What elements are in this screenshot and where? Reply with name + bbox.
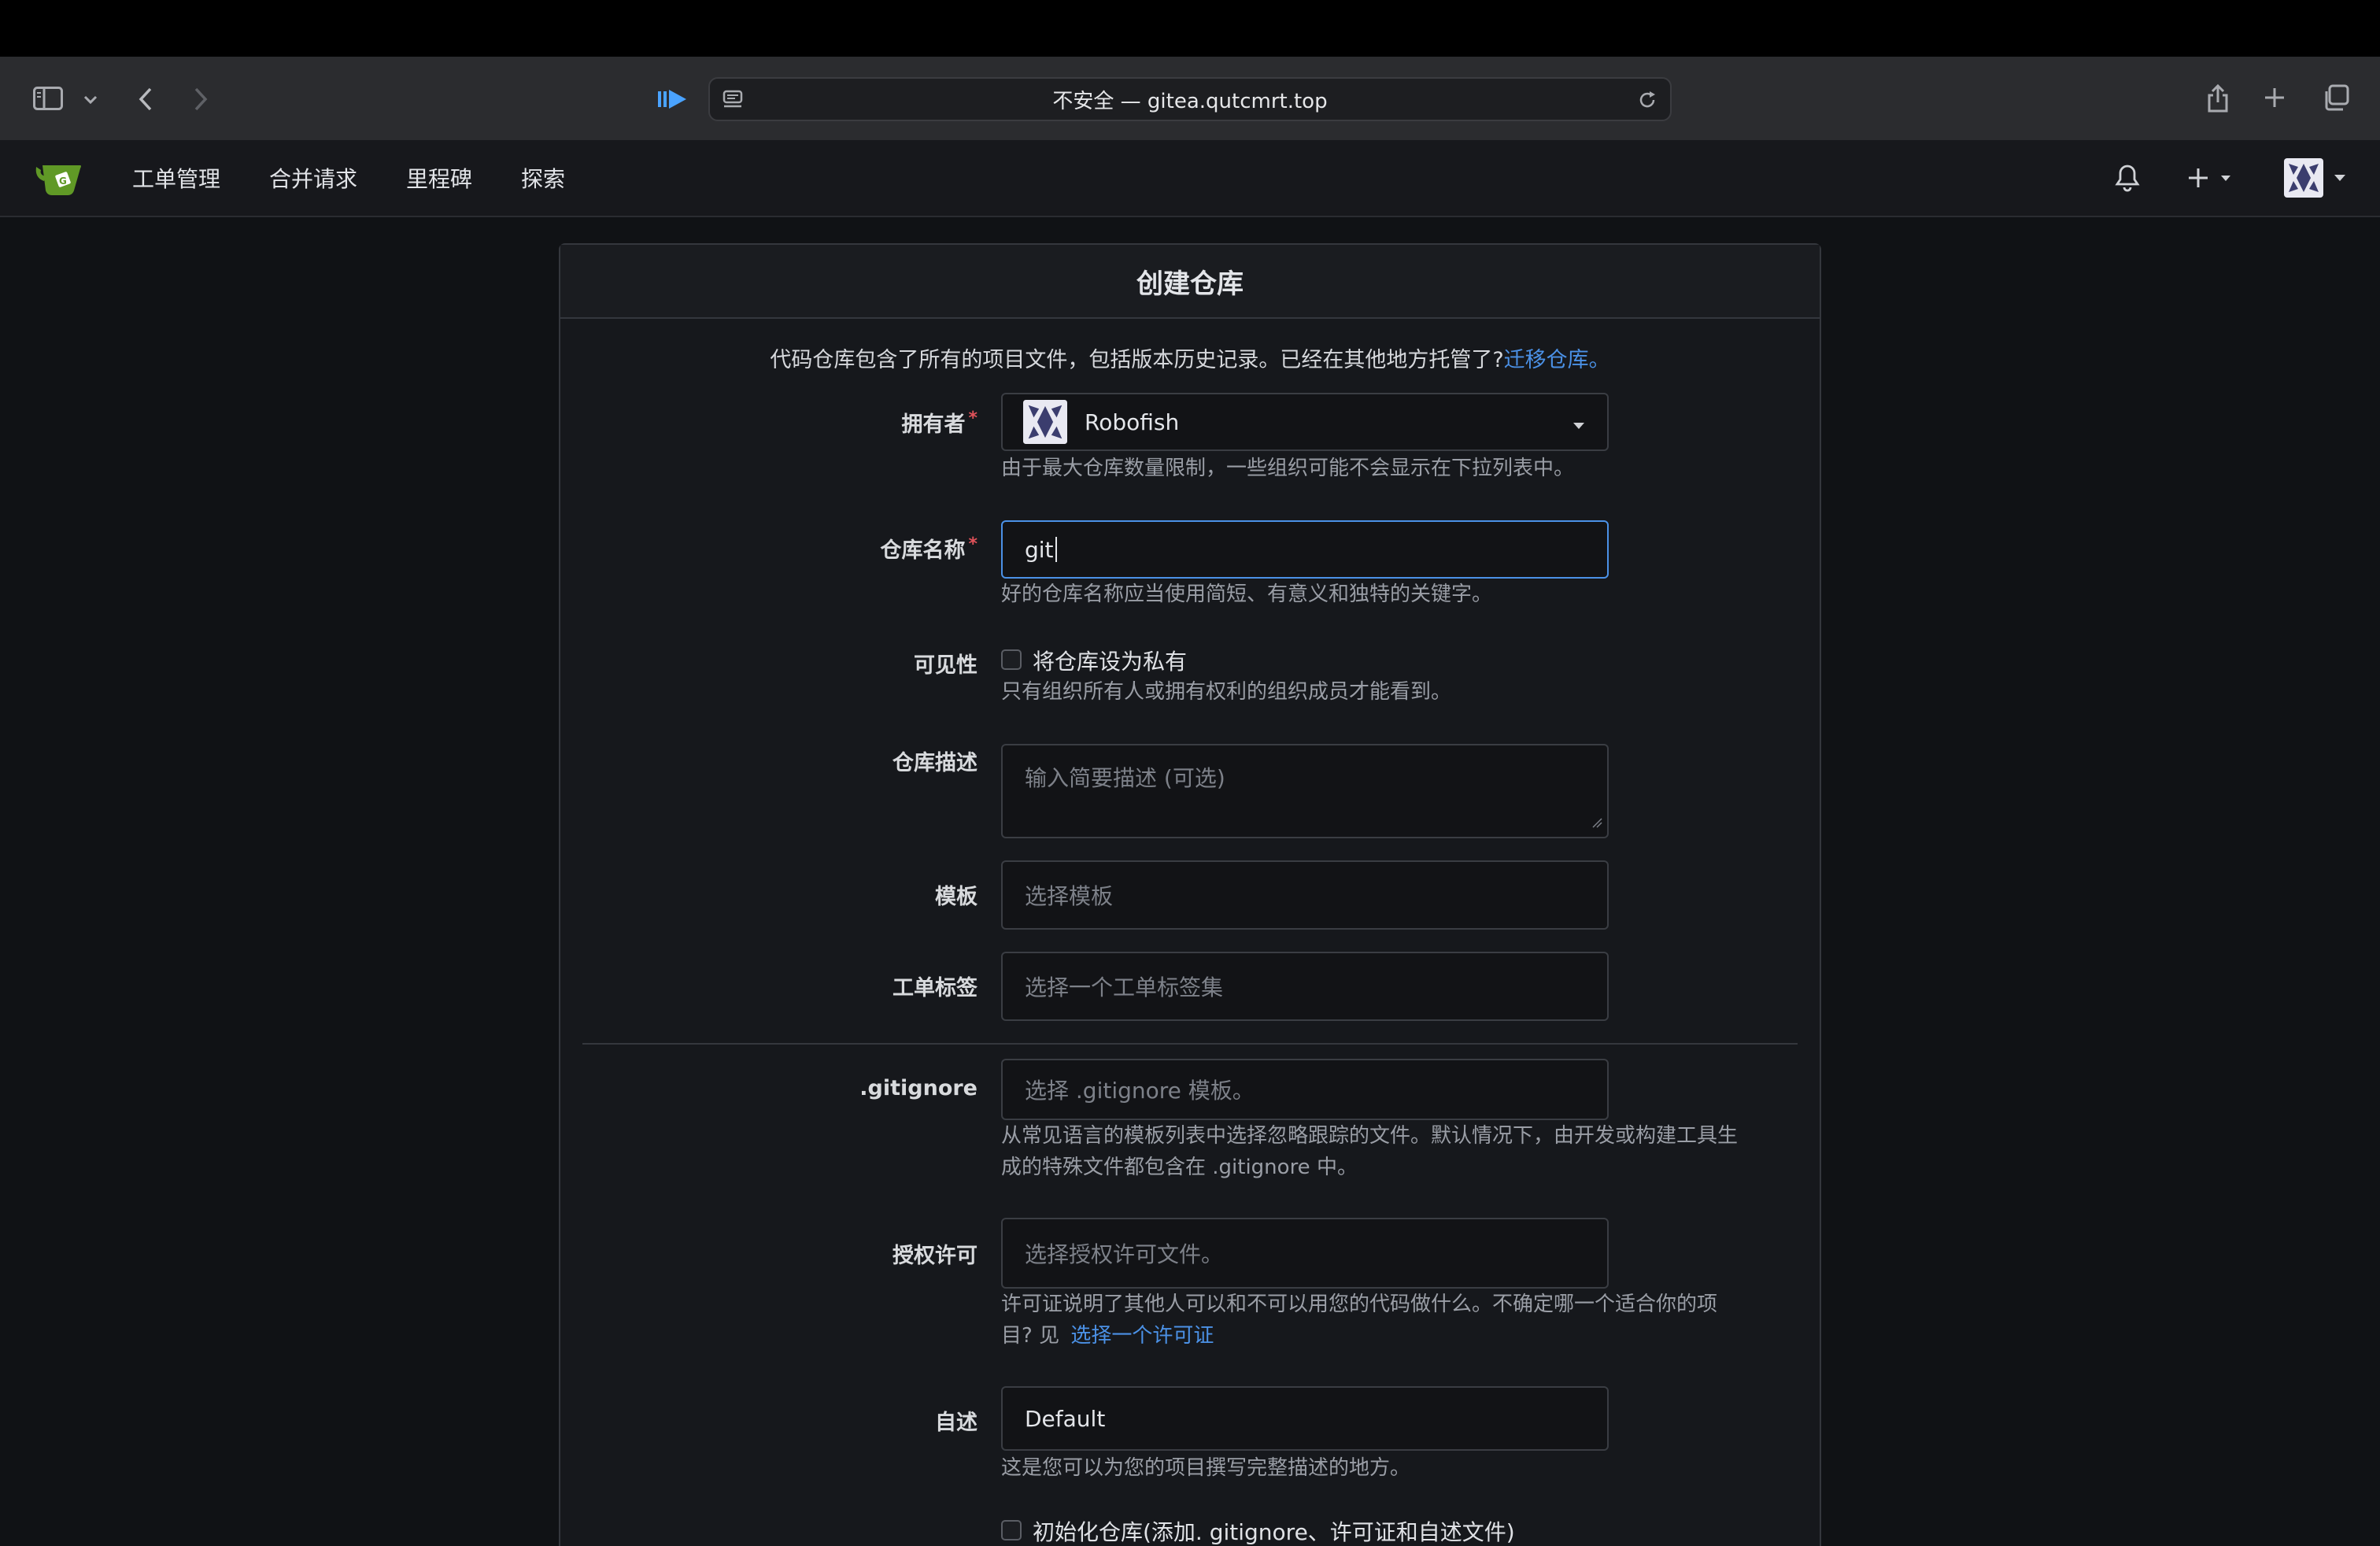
private-checkbox[interactable] <box>1001 649 1022 670</box>
migrate-repo-link[interactable]: 迁移仓库。 <box>1504 348 1610 372</box>
notifications-bell-icon[interactable] <box>2114 140 2141 216</box>
required-mark: * <box>968 409 978 428</box>
svg-text:G: G <box>59 176 67 187</box>
owner-avatar <box>1023 400 1067 444</box>
gitignore-dropdown[interactable]: 选择 .gitignore 模板。 <box>1001 1059 1609 1120</box>
resize-handle-icon[interactable] <box>1591 808 1602 834</box>
tab-overview-icon[interactable] <box>2320 82 2352 113</box>
address-text: 不安全 — gitea.qutcmrt.top <box>1052 89 1328 113</box>
repo-name-value: git <box>1025 536 1054 563</box>
license-dropdown[interactable]: 选择授权许可文件。 <box>1001 1218 1609 1289</box>
init-repo-checkbox-label[interactable]: 初始化仓库(添加. gitignore、许可证和自述文件) <box>1033 1515 1515 1546</box>
template-placeholder: 选择模板 <box>1025 883 1114 909</box>
create-repo-form: 创建仓库 代码仓库包含了所有的项目文件，包括版本历史记录。已经在其他地方托管了?… <box>559 243 1821 1546</box>
license-help-line2: 目? 见 选择一个许可证 <box>1001 1320 1214 1352</box>
license-help-line1: 许可证说明了其他人可以和不可以用您的代码做什么。不确定哪一个适合你的项 <box>1001 1293 1718 1316</box>
init-repo-checkbox[interactable] <box>1001 1520 1022 1540</box>
visibility-help: 只有组织所有人或拥有权利的组织成员才能看到。 <box>1001 680 1452 704</box>
issue-labels-placeholder: 选择一个工单标签集 <box>1025 975 1224 1000</box>
reload-icon[interactable] <box>1634 87 1661 113</box>
issue-labels-dropdown[interactable]: 选择一个工单标签集 <box>1001 952 1609 1021</box>
chevron-down-icon[interactable] <box>79 88 102 112</box>
media-play-icon[interactable] <box>655 85 689 113</box>
repo-name-input[interactable]: git <box>1001 520 1609 579</box>
owner-label-text: 拥有者 <box>901 412 966 437</box>
owner-help: 由于最大仓库数量限制，一些组织可能不会显示在下拉列表中。 <box>1001 457 1575 480</box>
system-top-bar <box>0 0 2380 57</box>
user-avatar-menu[interactable] <box>2282 140 2353 216</box>
create-new-plus-icon[interactable] <box>2188 140 2235 216</box>
owner-value: Robofish <box>1085 409 1180 435</box>
intro-text: 代码仓库包含了所有的项目文件，包括版本历史记录。已经在其他地方托管了? <box>770 348 1504 372</box>
gitignore-help-line1: 从常见语言的模板列表中选择忽略跟踪的文件。默认情况下，由开发或构建工具生 <box>1001 1124 1739 1148</box>
back-arrow-icon[interactable] <box>132 83 159 115</box>
gitea-logo-icon[interactable]: G <box>35 161 85 200</box>
nav-item-milestones[interactable]: 里程碑 <box>406 140 472 216</box>
repo-name-help: 好的仓库名称应当使用简短、有意义和独特的关键字。 <box>1001 583 1493 606</box>
visibility-label: 可见性 <box>914 653 978 678</box>
address-bar[interactable]: 不安全 — gitea.qutcmrt.top <box>708 77 1672 121</box>
site-navbar: G 工单管理 合并请求 里程碑 探索 <box>0 140 2380 217</box>
nav-item-pulls[interactable]: 合并请求 <box>269 140 357 216</box>
form-title: 创建仓库 <box>560 245 1820 319</box>
license-help-prefix: 目? 见 <box>1001 1324 1060 1348</box>
repo-name-label-text: 仓库名称 <box>880 538 966 563</box>
form-intro: 代码仓库包含了所有的项目文件，包括版本历史记录。已经在其他地方托管了?迁移仓库。 <box>560 342 1820 373</box>
required-mark: * <box>968 534 978 554</box>
readme-label: 自述 <box>935 1411 978 1435</box>
description-textarea[interactable]: 输入简要描述 (可选) <box>1001 744 1609 838</box>
template-label: 模板 <box>935 885 978 909</box>
gitignore-placeholder: 选择 .gitignore 模板。 <box>1025 1078 1255 1104</box>
nav-item-explore[interactable]: 探索 <box>521 140 565 216</box>
private-checkbox-label[interactable]: 将仓库设为私有 <box>1033 645 1187 676</box>
gitignore-help-line2: 成的特殊文件都包含在 .gitignore 中。 <box>1001 1156 1358 1179</box>
page-menu-icon[interactable] <box>719 87 746 113</box>
description-label: 仓库描述 <box>893 751 978 775</box>
new-tab-plus-icon[interactable] <box>2260 83 2289 112</box>
license-placeholder: 选择授权许可文件。 <box>1025 1241 1224 1267</box>
text-caret <box>1055 537 1057 562</box>
sidebar-toggle-icon[interactable] <box>30 82 66 115</box>
repo-name-label: 仓库名称 * <box>741 533 978 564</box>
issue-labels-label: 工单标签 <box>893 976 978 1000</box>
owner-dropdown[interactable]: Robofish <box>1001 393 1609 451</box>
choose-license-link[interactable]: 选择一个许可证 <box>1070 1324 1214 1348</box>
readme-value: Default <box>1025 1405 1106 1432</box>
forward-arrow-icon[interactable] <box>187 83 214 115</box>
readme-dropdown[interactable]: Default <box>1001 1386 1609 1451</box>
section-divider <box>582 1043 1798 1045</box>
gitignore-label: .gitignore <box>859 1076 978 1100</box>
readme-help: 这是您可以为您的项目撰写完整描述的地方。 <box>1001 1456 1411 1480</box>
owner-label: 拥有者 * <box>741 407 978 438</box>
description-placeholder: 输入简要描述 (可选) <box>1025 765 1225 791</box>
dropdown-caret-icon <box>1572 409 1585 435</box>
share-icon[interactable] <box>2202 80 2234 117</box>
template-dropdown[interactable]: 选择模板 <box>1001 860 1609 930</box>
nav-item-issues[interactable]: 工单管理 <box>132 140 220 216</box>
browser-toolbar: 不安全 — gitea.qutcmrt.top <box>0 57 2380 140</box>
license-label: 授权许可 <box>893 1244 978 1268</box>
